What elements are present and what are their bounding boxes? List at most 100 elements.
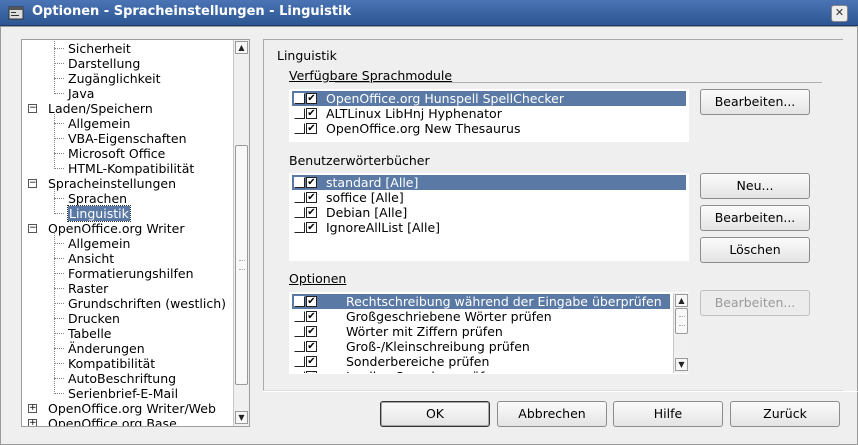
tree-item[interactable]: Tabelle — [68, 326, 112, 341]
list-item[interactable]: ✔ standard [Alle] — [292, 175, 686, 190]
checkbox[interactable] — [294, 108, 305, 119]
checkbox[interactable]: ✔ — [306, 296, 317, 307]
checkbox[interactable]: ✔ — [306, 123, 317, 134]
close-icon[interactable]: ✕ — [831, 5, 848, 22]
options-scrollbar[interactable]: ▲ ▼ — [673, 293, 689, 373]
tree-item[interactable]: OpenOffice.org Writer — [48, 221, 184, 236]
checkbox[interactable] — [294, 207, 305, 218]
tree-item-label: Linguistik — [67, 205, 131, 222]
collapse-icon[interactable]: − — [28, 104, 37, 113]
expand-icon[interactable]: + — [28, 419, 37, 426]
checkbox[interactable] — [294, 356, 305, 367]
list-item[interactable]: ✔ Sonderbereiche prüfen — [292, 354, 670, 369]
tree-item[interactable]: Spracheinstellungen — [48, 176, 176, 191]
tree-item[interactable]: Änderungen — [68, 341, 145, 356]
back-button[interactable]: Zurück — [730, 401, 840, 427]
tree-item[interactable]: AutoBeschriftung — [68, 371, 176, 386]
checkbox[interactable]: ✔ — [306, 371, 317, 373]
checkbox[interactable]: ✔ — [306, 341, 317, 352]
tree-item[interactable]: Grundschriften (westlich) — [68, 296, 226, 311]
tree-item[interactable]: Sprachen — [68, 191, 127, 206]
checkbox[interactable] — [294, 326, 305, 337]
dictionary-new-button[interactable]: Neu... — [700, 173, 810, 199]
checkbox[interactable] — [294, 222, 305, 233]
dictionaries-list[interactable]: ✔ standard [Alle] ✔ soffice [Alle] ✔ Debian [… — [289, 173, 689, 261]
help-button[interactable]: Hilfe — [613, 401, 723, 427]
tree-item[interactable]: Laden/Speichern — [48, 101, 153, 116]
scroll-up-icon[interactable]: ▲ — [235, 41, 248, 54]
tree-item[interactable]: Zugänglichkeit — [68, 71, 161, 86]
checkbox[interactable] — [294, 123, 305, 134]
dictionary-edit-button[interactable]: Bearbeiten... — [700, 205, 810, 231]
list-item[interactable]: ✔ OpenOffice.org Hunspell SpellChecker — [292, 91, 686, 106]
checkbox[interactable] — [294, 296, 305, 307]
list-item-label: In allen Sprachen prüfen — [346, 369, 500, 373]
modules-edit-button[interactable]: Bearbeiten... — [700, 89, 810, 115]
tree-item[interactable]: VBA-Eigenschaften — [68, 131, 187, 146]
options-edit-button[interactable]: Bearbeiten... — [700, 290, 810, 316]
list-item[interactable]: ✔ In allen Sprachen prüfen — [292, 369, 670, 373]
expand-icon[interactable]: + — [28, 404, 37, 413]
options-scroll-thumb[interactable] — [675, 308, 688, 334]
checkbox[interactable] — [294, 311, 305, 322]
checkbox[interactable]: ✔ — [306, 311, 317, 322]
checkbox[interactable]: ✔ — [306, 207, 317, 218]
cancel-button[interactable]: Abbrechen — [497, 401, 607, 427]
list-item-label: Rechtschreibung während der Eingabe über… — [346, 294, 662, 309]
options-list[interactable]: ✔ Rechtschreibung während der Eingabe übe… — [289, 292, 689, 374]
app-icon — [8, 6, 24, 20]
tree-item[interactable]: Kompatibilität — [68, 356, 155, 371]
checkbox[interactable]: ✔ — [306, 356, 317, 367]
list-item[interactable]: ✔ Rechtschreibung während der Eingabe übe… — [292, 294, 670, 309]
options-scroll-down-icon[interactable]: ▼ — [675, 358, 688, 371]
tree-item[interactable]: Allgemein — [68, 116, 130, 131]
tree-item[interactable]: Darstellung — [68, 56, 140, 71]
checkbox[interactable]: ✔ — [306, 177, 317, 188]
checkbox[interactable]: ✔ — [306, 192, 317, 203]
title-bar[interactable]: Optionen - Spracheinstellungen - Linguis… — [0, 0, 858, 26]
tree-item[interactable]: Formatierungshilfen — [68, 266, 194, 281]
checkbox[interactable] — [294, 341, 305, 352]
tree-item[interactable]: Serienbrief-E-Mail — [68, 386, 178, 401]
list-item[interactable]: ✔ OpenOffice.org New Thesaurus — [292, 121, 686, 136]
tree-item[interactable]: Java — [68, 86, 94, 101]
tree-item[interactable]: Microsoft Office — [68, 146, 165, 161]
tree-item[interactable]: Raster — [68, 281, 108, 296]
scroll-down-icon[interactable]: ▼ — [235, 411, 248, 424]
checkbox[interactable] — [294, 192, 305, 203]
list-item[interactable]: ✔ Wörter mit Ziffern prüfen — [292, 324, 670, 339]
collapse-icon[interactable]: − — [28, 224, 37, 233]
dictionary-delete-button[interactable]: Löschen — [700, 237, 810, 263]
collapse-icon[interactable]: − — [28, 179, 37, 188]
list-item[interactable]: ✔ Debian [Alle] — [292, 205, 686, 220]
checkbox[interactable] — [294, 177, 305, 188]
tree-item[interactable]: HTML-Kompatibilität — [68, 161, 194, 176]
checkbox[interactable]: ✔ — [306, 222, 317, 233]
tree-item-label: Allgemein — [68, 116, 131, 131]
list-item[interactable]: ✔ Großgeschriebene Wörter prüfen — [292, 309, 670, 324]
tree-item[interactable]: Drucken — [68, 311, 120, 326]
list-item[interactable]: ✔ ALTLinux LibHnj Hyphenator — [292, 106, 686, 121]
list-item[interactable]: ✔ Groß-/Kleinschreibung prüfen — [292, 339, 670, 354]
list-item-label: Großgeschriebene Wörter prüfen — [346, 309, 552, 324]
tree-item[interactable]: Linguistik — [67, 205, 131, 222]
checkbox[interactable]: ✔ — [306, 108, 317, 119]
tree-item[interactable]: OpenOffice.org Writer/Web — [48, 401, 216, 416]
tree-item-label: OpenOffice.org Base — [48, 416, 177, 426]
tree-item[interactable]: Ansicht — [68, 251, 114, 266]
checkbox[interactable] — [294, 93, 305, 104]
tree-scrollbar[interactable]: ▲ ▼ — [233, 40, 249, 426]
list-item[interactable]: ✔ IgnoreAllList [Alle] — [292, 220, 686, 235]
options-scroll-up-icon[interactable]: ▲ — [675, 294, 688, 307]
checkbox[interactable] — [294, 371, 305, 373]
list-item[interactable]: ✔ soffice [Alle] — [292, 190, 686, 205]
ok-button[interactable]: OK — [380, 401, 490, 427]
tree-item[interactable]: Sicherheit — [68, 41, 131, 56]
modules-list[interactable]: ✔ OpenOffice.org Hunspell SpellChecker ✔ AL… — [289, 89, 689, 142]
tree-item[interactable]: OpenOffice.org Base — [48, 416, 177, 426]
scroll-thumb[interactable] — [235, 145, 248, 385]
checkbox[interactable]: ✔ — [306, 93, 317, 104]
options-tree[interactable]: Sicherheit Darstellung Zugänglichkeit Java L… — [21, 39, 250, 427]
checkbox[interactable]: ✔ — [306, 326, 317, 337]
tree-item[interactable]: Allgemein — [68, 236, 130, 251]
